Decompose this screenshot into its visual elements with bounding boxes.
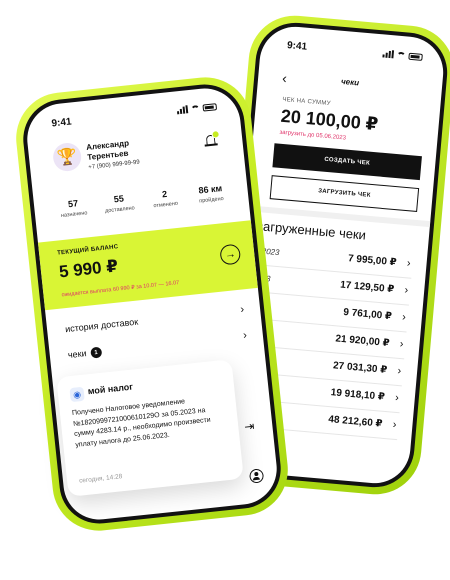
chevron-right-icon: ›: [396, 364, 402, 378]
count-badge: 1: [89, 346, 103, 359]
user-name: Александр Терентьев: [85, 138, 130, 162]
menu-item-label: история доставок: [64, 316, 139, 335]
stat-label: назначено: [60, 210, 88, 220]
status-bar: 9:41: [51, 101, 218, 132]
stat-label: отменено: [153, 200, 179, 210]
delivery-stats: 57 назначено 55 доставлено 2 отменено 86…: [50, 182, 236, 231]
balance-card[interactable]: ТЕКУЩИЙ БАЛАНС 5 990 ₽ ожидается выплата…: [37, 220, 258, 311]
logout-icon[interactable]: ⇥: [244, 419, 255, 434]
signal-icon: [176, 105, 189, 115]
notification-dot: [211, 130, 221, 139]
tax-notification[interactable]: ◉ мой налог Получено Налоговое уведомлен…: [56, 359, 244, 497]
tax-app-icon: ◉: [69, 386, 85, 403]
chevron-right-icon: ›: [401, 311, 407, 324]
stat-value: 57: [67, 198, 79, 210]
receipt-amount: 27 031,30 ₽: [332, 360, 388, 376]
avatar[interactable]: 🏆: [51, 141, 83, 173]
chevron-right-icon: ›: [406, 257, 412, 270]
battery-icon: [408, 52, 423, 61]
receipt-amount: 19 918,10 ₽: [330, 387, 386, 403]
notification-message: Получено Налоговое уведомление №18209997…: [71, 398, 212, 449]
signal-icon: [382, 49, 395, 59]
balance-amount: 5 990 ₽: [58, 256, 119, 282]
status-bar: 9:41: [286, 40, 423, 66]
chevron-right-icon: ›: [392, 418, 397, 431]
bell-icon[interactable]: [203, 130, 221, 148]
chevron-right-icon: ›: [404, 284, 409, 297]
chevron-right-icon: ›: [399, 338, 404, 351]
stat-assigned: 57 назначено: [50, 196, 99, 231]
status-time: 9:41: [51, 116, 73, 130]
balance-label: ТЕКУЩИЙ БАЛАНС: [56, 244, 119, 257]
user-icon[interactable]: [248, 468, 265, 484]
chevron-right-icon: ›: [239, 303, 245, 316]
profile-header: 🏆 Александр Терентьев +7 (900) 999-99-99: [51, 127, 226, 189]
menu-item-label-wrap: чеки 1: [67, 346, 103, 362]
status-time: 9:41: [286, 40, 308, 53]
chevron-right-icon: ›: [242, 329, 248, 342]
receipt-amount: 21 920,00 ₽: [334, 333, 390, 350]
stat-value: 86 км: [198, 183, 223, 196]
upload-receipt-button[interactable]: ЗАГРУЗИТЬ ЧЕК: [269, 175, 420, 212]
menu-item-label: чеки: [67, 348, 87, 361]
receipt-amount: 9 761,00 ₽: [342, 306, 393, 323]
stat-distance: 86 км пройдено: [187, 182, 236, 217]
receipt-amount: 48 212,60 ₽: [327, 414, 383, 430]
receipt-amount: 17 129,50 ₽: [339, 279, 395, 296]
stat-value: 55: [113, 193, 125, 205]
stat-cancelled: 2 отменено: [141, 187, 190, 222]
wifi-icon: [190, 104, 201, 113]
payout-text: ожидается выплата 60 990 ₽ за 10.07 — 16…: [61, 280, 180, 299]
notification-app-name: мой налог: [87, 381, 134, 397]
wifi-icon: [396, 51, 406, 59]
status-icons: [176, 102, 218, 115]
battery-icon: [202, 102, 218, 112]
arrow-right-icon[interactable]: →: [219, 243, 242, 266]
create-receipt-button[interactable]: СОЗДАТЬ ЧЕК: [272, 143, 422, 181]
receipt-amount: 7 995,00 ₽: [347, 253, 398, 269]
status-icons: [382, 49, 423, 61]
chevron-right-icon: ›: [394, 391, 400, 405]
stat-value: 2: [161, 188, 168, 200]
stat-label: пройдено: [198, 195, 224, 205]
stat-delivered: 55 доставлено: [95, 192, 144, 227]
notification-time: сегодня, 14:28: [78, 473, 123, 485]
stat-label: доставлено: [104, 205, 136, 215]
